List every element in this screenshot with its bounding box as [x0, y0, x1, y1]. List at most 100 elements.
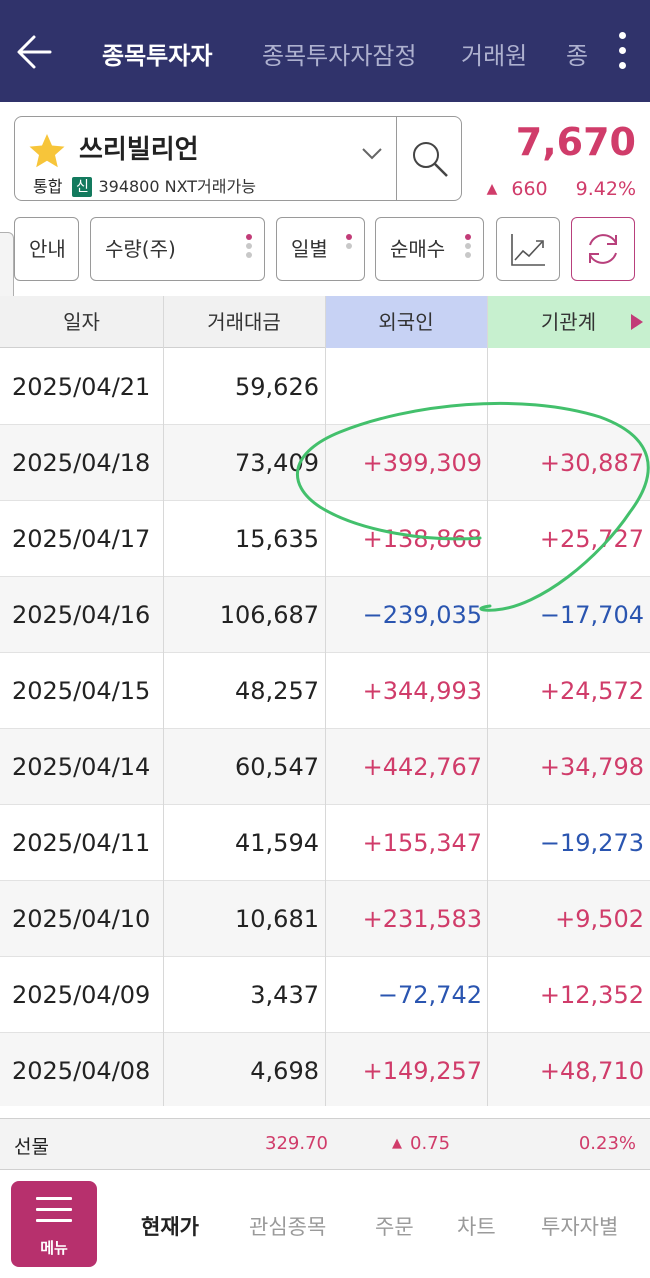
cell-amount: 106,687 — [219, 601, 319, 629]
cell-amount: 60,547 — [235, 753, 319, 781]
stock-subline: 통합 신 394800 NXT거래가능 — [33, 173, 256, 197]
search-icon[interactable] — [410, 139, 450, 179]
cell-institution: +12,352 — [539, 981, 644, 1009]
futures-bar[interactable]: 선물 329.70 ▲ 0.75 0.23% — [0, 1118, 650, 1170]
cell-amount: 15,635 — [235, 525, 319, 553]
cell-amount: 41,594 — [235, 829, 319, 857]
more-vert-icon[interactable] — [608, 28, 638, 74]
cell-institution: +48,710 — [539, 1057, 644, 1085]
cell-institution: −17,704 — [539, 601, 644, 629]
menu-label: 메뉴 — [40, 1239, 68, 1257]
change-percent: 9.42% — [575, 178, 636, 200]
cell-date: 2025/04/09 — [12, 981, 151, 1009]
tab-investor[interactable]: 종목투자자 — [102, 36, 212, 71]
cell-amount: 10,681 — [235, 905, 319, 933]
column-divider — [487, 296, 488, 1106]
cell-institution: +9,502 — [555, 905, 644, 933]
column-divider — [163, 296, 164, 1106]
market-badge: 통합 — [33, 177, 63, 196]
cell-amount: 3,437 — [250, 981, 319, 1009]
tab-broker[interactable]: 거래원 — [461, 36, 527, 71]
futures-label: 선물 — [14, 1136, 49, 1158]
cell-amount: 4,698 — [250, 1057, 319, 1085]
cell-date: 2025/04/16 — [12, 601, 151, 629]
nav-chart[interactable]: 차트 — [457, 1211, 496, 1241]
tab-more-truncated[interactable]: 종 — [566, 36, 588, 71]
header-institution[interactable]: 기관계 — [487, 296, 650, 348]
futures-change-value: 0.75 — [410, 1133, 451, 1154]
cell-date: 2025/04/11 — [12, 829, 151, 857]
toggle-dots — [246, 234, 254, 266]
cell-foreign: +442,767 — [362, 753, 482, 781]
nav-order[interactable]: 주문 — [375, 1211, 414, 1241]
app-header: 종목투자자 종목투자자잠정 거래원 종 — [0, 0, 650, 102]
cell-institution: +34,798 — [539, 753, 644, 781]
stock-code: 394800 NXT거래가능 — [98, 177, 256, 196]
menu-button[interactable]: 메뉴 — [11, 1181, 97, 1267]
chevron-down-icon[interactable] — [361, 147, 383, 161]
cell-institution: +30,887 — [539, 449, 644, 477]
change-value: 660 — [511, 178, 548, 200]
cell-date: 2025/04/15 — [12, 677, 151, 705]
price-change: ▲ 660 9.42% — [487, 178, 636, 200]
header-date[interactable]: 일자 — [0, 296, 163, 348]
header-foreign[interactable]: 외국인 — [325, 296, 487, 348]
cell-date: 2025/04/10 — [12, 905, 151, 933]
nav-investor[interactable]: 투자자별 — [541, 1211, 618, 1241]
chart-icon — [511, 234, 545, 266]
cell-institution: +25,727 — [539, 525, 644, 553]
column-divider — [325, 296, 326, 1106]
period-label: 일별 — [291, 237, 328, 261]
cell-date: 2025/04/18 — [12, 449, 151, 477]
unit-select[interactable]: 수량(주) — [90, 217, 265, 281]
back-arrow-icon[interactable] — [14, 30, 58, 74]
cell-foreign: +231,583 — [362, 905, 482, 933]
refresh-icon — [589, 234, 617, 264]
futures-change-percent: 0.23% — [578, 1133, 636, 1154]
cell-foreign: +344,993 — [362, 677, 482, 705]
up-triangle-icon: ▲ — [392, 1136, 402, 1151]
info-button[interactable]: 안내 — [14, 217, 79, 281]
side-drawer-handle[interactable] — [0, 232, 14, 302]
cell-foreign: +155,347 — [362, 829, 482, 857]
credit-badge: 신 — [72, 177, 93, 197]
stock-selector[interactable]: 쓰리빌리언 통합 신 394800 NXT거래가능 — [14, 116, 462, 201]
cell-foreign: +149,257 — [362, 1057, 482, 1085]
type-select[interactable]: 순매수 — [375, 217, 484, 281]
up-triangle-icon: ▲ — [486, 181, 498, 197]
header-amount[interactable]: 거래대금 — [163, 296, 325, 348]
cell-date: 2025/04/21 — [12, 373, 151, 401]
type-label: 순매수 — [390, 237, 446, 261]
refresh-button[interactable] — [571, 217, 635, 281]
cell-foreign: +138,868 — [362, 525, 482, 553]
cell-date: 2025/04/14 — [12, 753, 151, 781]
menu-icon — [36, 1197, 72, 1223]
bottom-nav: 메뉴 현재가 관심종목 주문 차트 투자자별 — [0, 1171, 650, 1278]
info-label: 안내 — [29, 237, 66, 261]
cell-amount: 48,257 — [235, 677, 319, 705]
period-select[interactable]: 일별 — [276, 217, 365, 281]
cell-date: 2025/04/08 — [12, 1057, 151, 1085]
futures-value: 329.70 — [265, 1133, 328, 1154]
arrow-right-icon[interactable] — [630, 313, 644, 331]
nav-watchlist[interactable]: 관심종목 — [249, 1211, 326, 1241]
cell-foreign: +399,309 — [362, 449, 482, 477]
futures-change: ▲ 0.75 — [392, 1133, 450, 1154]
cell-date: 2025/04/17 — [12, 525, 151, 553]
toggle-dots — [346, 234, 354, 266]
cell-institution: −19,273 — [539, 829, 644, 857]
cell-foreign: −72,742 — [377, 981, 482, 1009]
toggle-dots — [465, 234, 473, 266]
current-price: 7,670 — [515, 120, 636, 164]
tab-investor-provisional[interactable]: 종목투자자잠정 — [262, 36, 417, 71]
nav-current-price[interactable]: 현재가 — [141, 1211, 199, 1241]
star-icon[interactable] — [27, 131, 67, 171]
cell-institution: +24,572 — [539, 677, 644, 705]
cell-amount: 73,409 — [235, 449, 319, 477]
cell-amount: 59,626 — [235, 373, 319, 401]
unit-label: 수량(주) — [105, 237, 176, 261]
chart-button[interactable] — [496, 217, 560, 281]
divider — [396, 117, 397, 200]
stock-name: 쓰리빌리언 — [79, 135, 199, 165]
cell-foreign: −239,035 — [362, 601, 482, 629]
